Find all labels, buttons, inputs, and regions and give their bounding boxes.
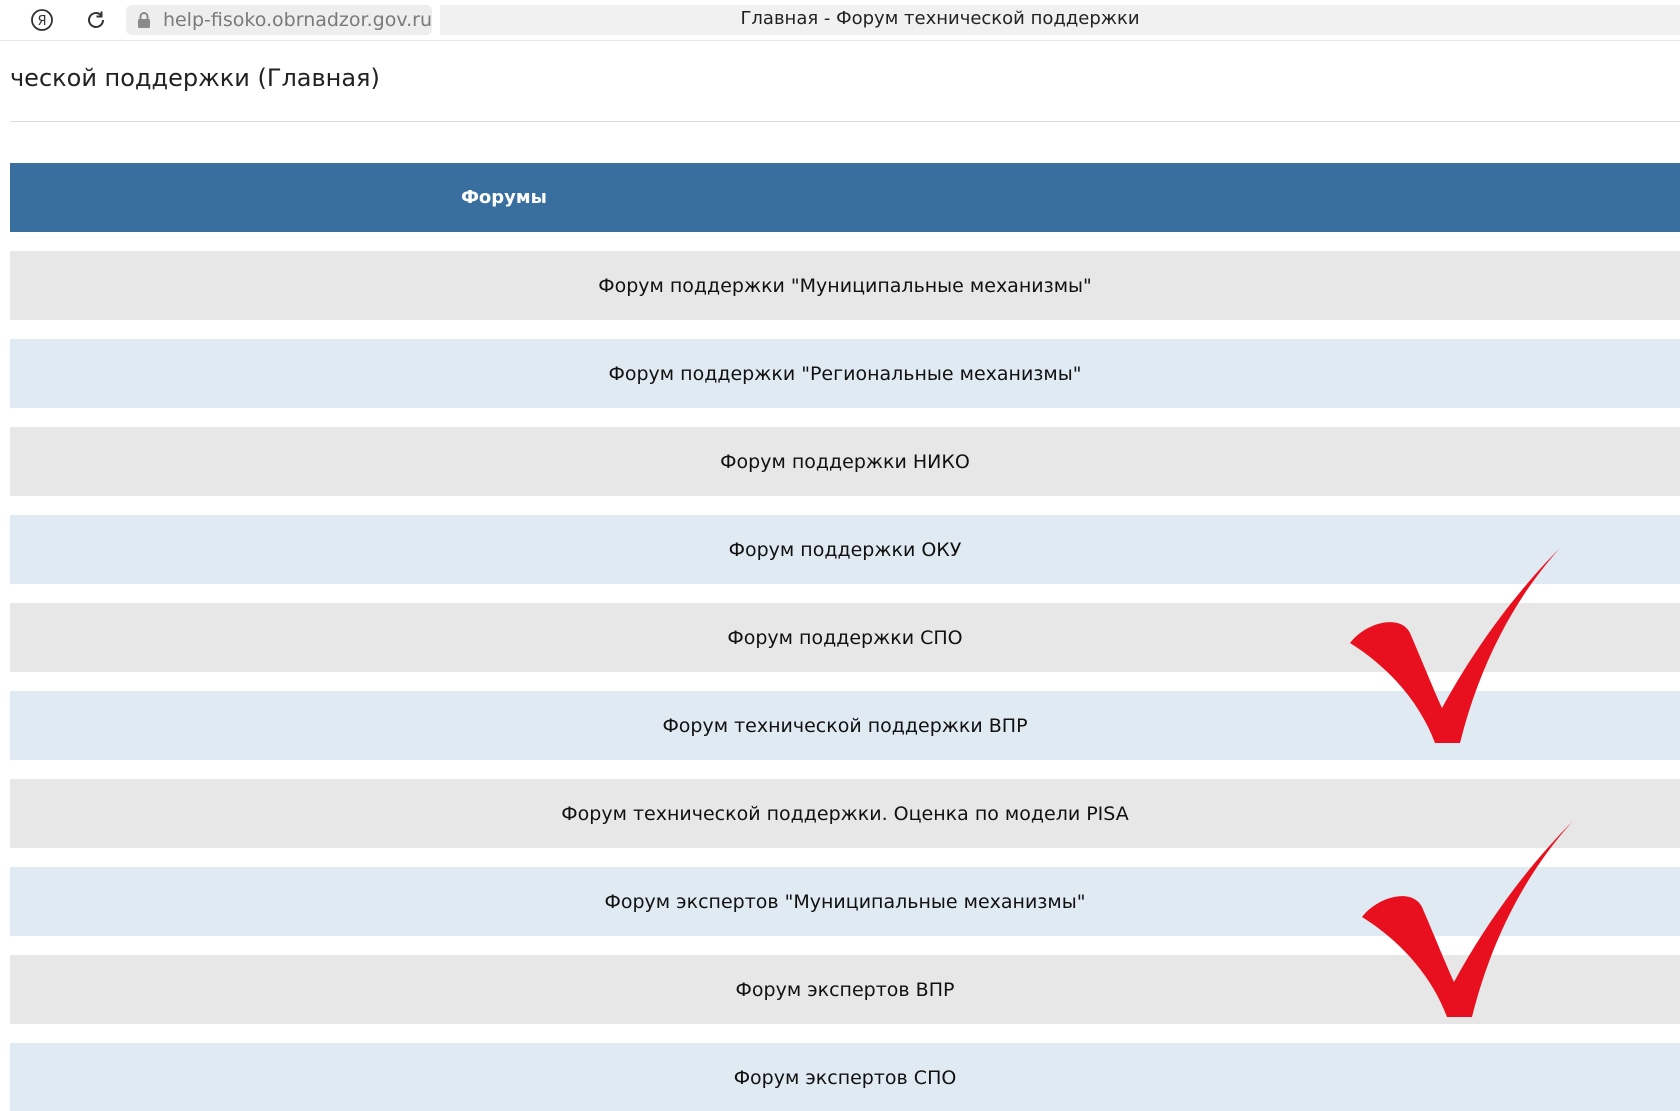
forum-link[interactable]: Форум поддержки "Муниципальные механизмы… <box>10 275 1680 297</box>
forum-link[interactable]: Форум технической поддержки ВПР <box>10 715 1680 737</box>
url-text: help-fisoko.obrnadzor.gov.ru <box>162 9 432 31</box>
forum-link[interactable]: Форум поддержки СПО <box>10 627 1680 649</box>
forum-row[interactable]: Форум поддержки СПО <box>10 603 1680 672</box>
browser-toolbar: Я help-fisoko.obrnadzor.gov.ru Главная -… <box>0 0 1680 41</box>
forum-row[interactable]: Форум поддержки ОКУ <box>10 515 1680 584</box>
forums-table: Форум поддержки "Муниципальные механизмы… <box>10 251 1680 1111</box>
title-bar <box>440 5 1680 35</box>
forums-table-header: Форумы <box>10 163 1680 232</box>
forum-row[interactable]: Форум технической поддержки. Оценка по м… <box>10 779 1680 848</box>
divider <box>10 121 1680 122</box>
address-bar[interactable]: help-fisoko.obrnadzor.gov.ru <box>126 5 432 35</box>
forum-row[interactable]: Форум экспертов СПО <box>10 1043 1680 1111</box>
forum-link[interactable]: Форум экспертов СПО <box>10 1067 1680 1089</box>
forum-row[interactable]: Форум экспертов ВПР <box>10 955 1680 1024</box>
lock-icon <box>134 5 155 35</box>
forum-row[interactable]: Форум поддержки "Региональные механизмы" <box>10 339 1680 408</box>
svg-text:Я: Я <box>37 14 46 29</box>
forum-link[interactable]: Форум поддержки "Региональные механизмы" <box>10 363 1680 385</box>
forum-link[interactable]: Форум экспертов ВПР <box>10 979 1680 1001</box>
page-title: ческой поддержки (Главная) <box>10 64 380 92</box>
reload-icon[interactable] <box>82 6 110 34</box>
forum-row[interactable]: Форум технической поддержки ВПР <box>10 691 1680 760</box>
forum-link[interactable]: Форум экспертов "Муниципальные механизмы… <box>10 891 1680 913</box>
page: Я help-fisoko.obrnadzor.gov.ru Главная -… <box>0 0 1680 1111</box>
forum-row[interactable]: Форум поддержки "Муниципальные механизмы… <box>10 251 1680 320</box>
yandex-icon[interactable]: Я <box>28 6 56 34</box>
forum-row[interactable]: Форум экспертов "Муниципальные механизмы… <box>10 867 1680 936</box>
forum-link[interactable]: Форум поддержки НИКО <box>10 451 1680 473</box>
forum-link[interactable]: Форум поддержки ОКУ <box>10 539 1680 561</box>
forum-row[interactable]: Форум поддержки НИКО <box>10 427 1680 496</box>
forums-header-label: Форумы <box>461 187 547 208</box>
forum-link[interactable]: Форум технической поддержки. Оценка по м… <box>10 803 1680 825</box>
